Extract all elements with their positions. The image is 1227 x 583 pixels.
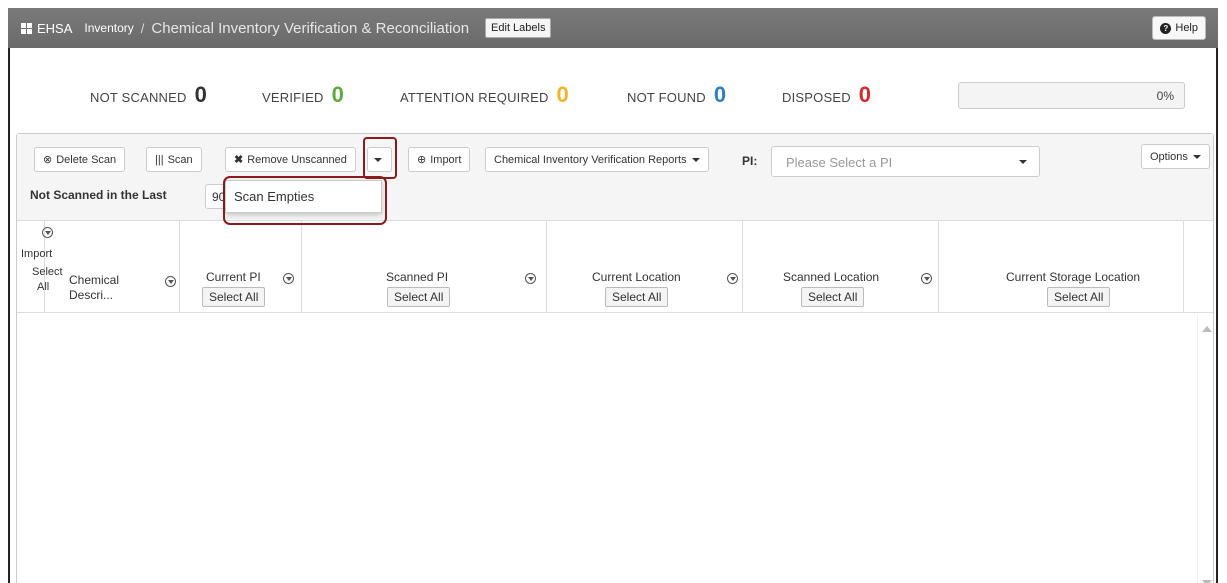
grid-icon [21, 22, 32, 34]
stat-verified-label: VERIFIED [262, 90, 324, 105]
filter-icon[interactable] [283, 273, 294, 284]
options-label: Options [1150, 150, 1188, 163]
remove-unscanned-label: Remove Unscanned [247, 153, 347, 166]
col-title-scanned-pi: Scanned PI [386, 270, 449, 284]
col-title-current-storage-location: Current Storage Location [1006, 270, 1141, 284]
select-all-current-pi[interactable]: Select All [202, 287, 266, 307]
col-current-storage-location: Current Storage Location Select All [939, 221, 1184, 313]
help-label: Help [1175, 22, 1198, 34]
filter-icon[interactable] [921, 273, 932, 284]
brand[interactable]: EHSA [21, 21, 72, 36]
pi-select[interactable]: Please Select a PI [771, 146, 1040, 177]
col-current-location: Current Location Select All [547, 221, 743, 313]
progress-bar: 0% [958, 82, 1185, 109]
scan-label: Scan [167, 153, 193, 166]
delete-scan-label: Delete Scan [56, 153, 117, 166]
select-all-current-storage-location[interactable]: Select All [1047, 287, 1111, 307]
import-button[interactable]: ⊕ Import [408, 147, 471, 172]
col-current-pi: Current PI Select All [180, 221, 302, 313]
filter-icon[interactable] [165, 276, 176, 287]
arrow-up-circle-icon: ⊕ [417, 154, 427, 166]
help-button[interactable]: ? Help [1152, 16, 1206, 40]
select-all-scanned-pi[interactable]: Select All [387, 287, 451, 307]
stat-verified-value: 0 [331, 82, 344, 107]
highlight-dropdown-toggle [363, 137, 397, 179]
reports-label: Chemical Inventory Verification Reports [494, 153, 687, 166]
inventory-panel: ⊗ Delete Scan ||| Scan ✖ Remove Unscanne… [16, 133, 1214, 583]
stat-not-found-label: NOT FOUND [627, 90, 706, 105]
x-icon: ✖ [234, 154, 244, 166]
breadcrumb-inventory[interactable]: Inventory [84, 21, 133, 35]
col-chemical-description: Chemical Descri... [45, 221, 180, 313]
stat-not-found: NOT FOUND 0 [627, 84, 726, 106]
page-title: Chemical Inventory Verification & Reconc… [151, 19, 470, 37]
stat-attention: ATTENTION REQUIRED 0 [400, 84, 569, 106]
stat-not-scanned: NOT SCANNED 0 [90, 84, 207, 106]
filter-icon[interactable] [727, 273, 738, 284]
col-title-chemical: Chemical [69, 273, 120, 287]
pi-placeholder: Please Select a PI [786, 155, 893, 170]
stat-disposed-label: DISPOSED [782, 90, 851, 105]
not-scanned-in-last-label: Not Scanned in the Last [30, 188, 167, 202]
pi-label: PI: [742, 154, 758, 168]
select-all-current-location[interactable]: Select All [605, 287, 669, 307]
col-title-current-location: Current Location [592, 270, 681, 284]
toolbar: ⊗ Delete Scan ||| Scan ✖ Remove Unscanne… [17, 134, 1213, 221]
grid-header: Import Select All Chemical Descri... Cur… [17, 221, 1213, 313]
import-label: Import [430, 153, 462, 166]
grid-body [17, 314, 1213, 583]
brand-label: EHSA [37, 20, 73, 36]
app-window: EHSA Inventory / Chemical Inventory Veri… [0, 0, 1227, 583]
select-all-scanned-location[interactable]: Select All [801, 287, 865, 307]
col-title-chemical-2: Descri... [69, 288, 114, 302]
stat-disposed-value: 0 [858, 82, 872, 107]
caret-down-icon [1019, 160, 1027, 164]
stat-not-found-value: 0 [713, 82, 727, 107]
question-icon: ? [1160, 22, 1172, 34]
frame-right-border [1216, 48, 1218, 583]
reports-dropdown[interactable]: Chemical Inventory Verification Reports [485, 147, 709, 172]
caret-down-icon [1192, 154, 1201, 159]
frame-left-border [8, 48, 10, 583]
col-scanned-pi: Scanned PI Select All [302, 221, 547, 313]
edit-labels-button[interactable]: Edit Labels [485, 18, 552, 38]
scroll-up-icon[interactable] [1202, 326, 1212, 332]
stat-attention-label: ATTENTION REQUIRED [400, 90, 549, 105]
stat-not-scanned-label: NOT SCANNED [90, 90, 187, 105]
delete-scan-button[interactable]: ⊗ Delete Scan [34, 147, 126, 172]
barcode-icon: ||| [155, 153, 164, 166]
stat-verified: VERIFIED 0 [262, 84, 344, 106]
highlight-scan-empties [223, 176, 387, 225]
progress-percent: 0% [1156, 89, 1174, 103]
filter-icon[interactable] [525, 273, 536, 284]
close-circle-icon: ⊗ [43, 154, 53, 166]
stat-not-scanned-value: 0 [194, 82, 207, 107]
col-title-current-pi: Current PI [206, 270, 261, 284]
col-scanned-location: Scanned Location Select All [743, 221, 939, 313]
col-import: Import Select All [17, 221, 63, 313]
stat-attention-value: 0 [556, 82, 569, 107]
stat-disposed: DISPOSED 0 [782, 84, 871, 106]
scan-button[interactable]: ||| Scan [146, 147, 202, 172]
options-dropdown[interactable]: Options [1141, 144, 1210, 169]
vertical-scrollbar[interactable] [1197, 314, 1213, 583]
breadcrumb-separator: / [140, 20, 145, 36]
col-title-scanned-location: Scanned Location [783, 270, 880, 284]
remove-unscanned-button[interactable]: ✖ Remove Unscanned [225, 147, 356, 172]
top-bar: EHSA Inventory / Chemical Inventory Veri… [8, 8, 1218, 48]
caret-down-icon [691, 157, 700, 162]
